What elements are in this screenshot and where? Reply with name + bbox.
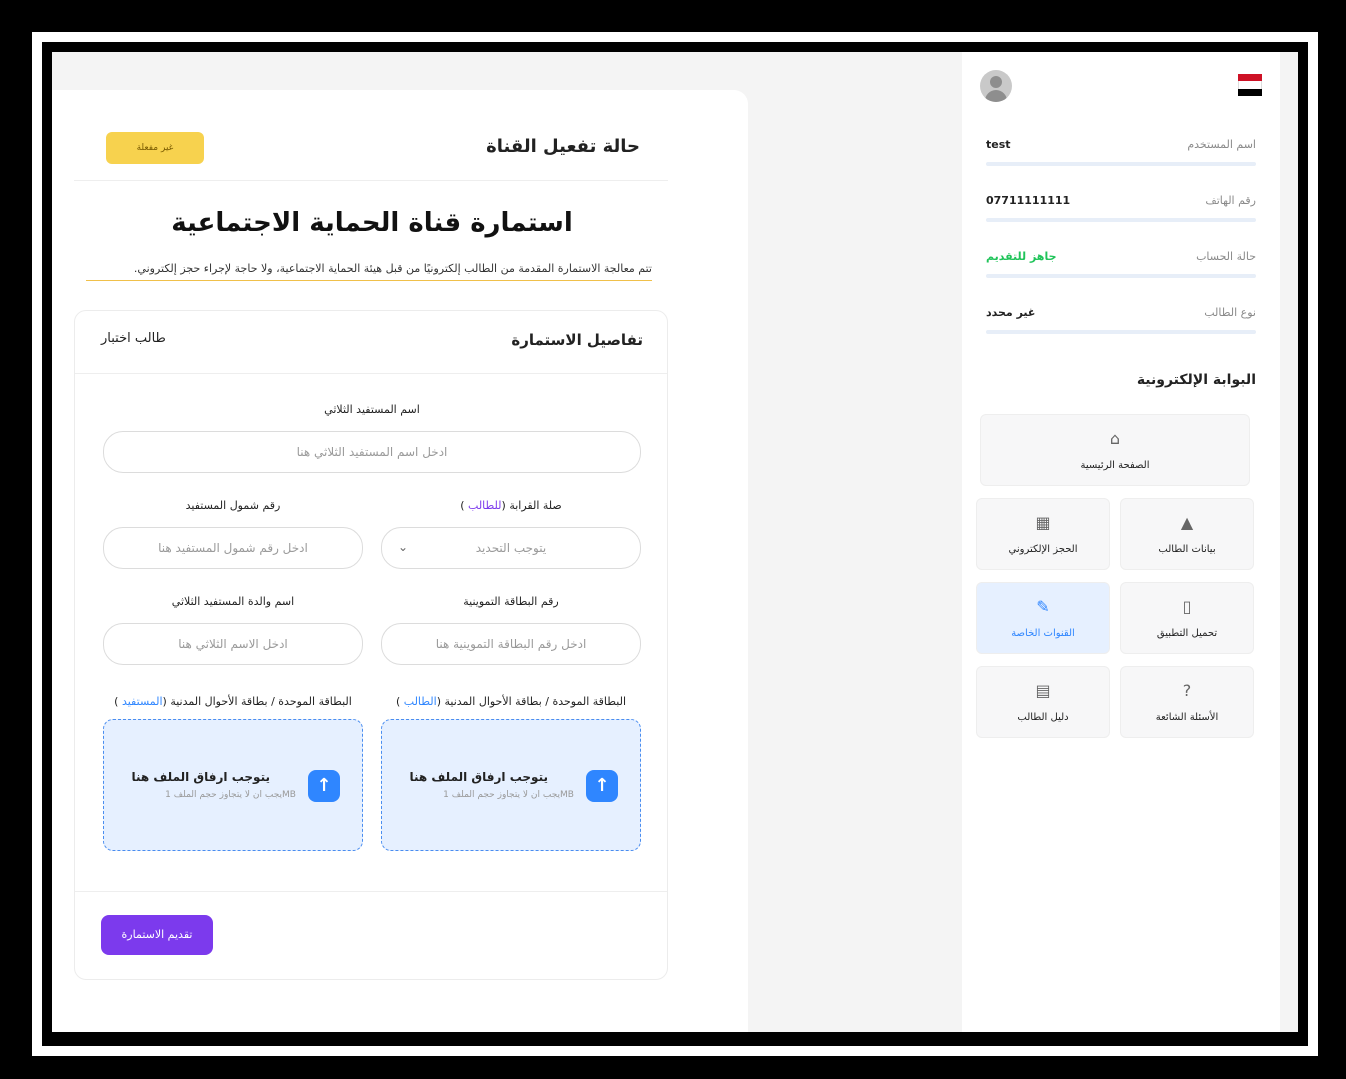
submit-form-button[interactable]: تقديم الاستمارة: [101, 915, 213, 955]
phone-icon: ▯: [1182, 597, 1192, 616]
account-status-value: جاهز للتقديم: [986, 250, 1057, 263]
beneficiary-id-label-text: البطاقة الموحدة / بطاقة الأحوال المدنية …: [162, 695, 352, 708]
student-type-label: نوع الطالب: [1204, 306, 1256, 319]
tile-booking[interactable]: ▦ الحجز الإلكتروني: [976, 498, 1110, 570]
phone-row: رقم الهاتف 07711111111: [986, 186, 1256, 226]
beneficiary-name-input[interactable]: ادخل اسم المستفيد الثلاثي هنا: [103, 431, 641, 473]
tile-special-channels-label: القنوات الخاصة: [1011, 628, 1075, 639]
main-card: حالة تفعيل القناة غير مفعلة استمارة قناة…: [52, 90, 748, 1032]
relation-label-text: صلة القرابة (: [501, 499, 562, 512]
details-title: تفاصيل الاستمارة: [511, 331, 643, 349]
divider: [75, 373, 667, 374]
ration-card-placeholder: ادخل رقم البطاقة التموينية هنا: [435, 637, 587, 651]
channel-status-title: حالة تفعيل القناة: [486, 136, 640, 157]
portal-title: البوابة الإلكترونية: [1136, 372, 1256, 388]
student-type-row: نوع الطالب غير محدد: [986, 298, 1256, 338]
phone-value: 07711111111: [986, 194, 1071, 207]
tile-faq[interactable]: ? الأسئلة الشائعة: [1120, 666, 1254, 738]
student-icon: ▲: [1180, 513, 1194, 532]
form-details-panel: تفاصيل الاستمارة طالب اختبار اسم المستفي…: [74, 310, 668, 980]
account-status-label: حالة الحساب: [1196, 250, 1256, 263]
beneficiary-id-dropzone[interactable]: ↑ يتوجب ارفاق الملف هنا يجب ان لا يتجاوز…: [103, 719, 363, 851]
account-status-row: حالة الحساب جاهز للتقديم: [986, 242, 1256, 282]
book-icon: ▤: [1035, 681, 1051, 700]
beneficiary-id-label-highlight: المستفيد: [121, 695, 163, 708]
calendar-icon: ▦: [1035, 513, 1051, 532]
student-type-value: غير محدد: [986, 306, 1036, 319]
tile-special-channels[interactable]: ✎ القنوات الخاصة: [976, 582, 1110, 654]
upload-hint: يجب ان لا يتجاوز حجم الملف 1MB: [443, 790, 574, 800]
upload-hint: يجب ان لا يتجاوز حجم الملف 1MB: [165, 790, 296, 800]
tile-guide-label: دليل الطالب: [1017, 712, 1069, 723]
beneficiary-id-label: البطاقة الموحدة / بطاقة الأحوال المدنية …: [103, 695, 363, 708]
student-id-label-highlight: الطالب: [403, 695, 437, 708]
divider: [74, 180, 668, 181]
edit-icon: ✎: [1036, 597, 1050, 616]
tile-student-data[interactable]: ▲ بيانات الطالب: [1120, 498, 1254, 570]
coverage-number-placeholder: ادخل رقم شمول المستفيد هنا: [158, 541, 308, 555]
username-label: اسم المستخدم: [1187, 138, 1256, 151]
iraq-flag-icon: [1238, 74, 1262, 96]
home-icon: ⌂: [1109, 429, 1121, 448]
tile-student-data-label: بيانات الطالب: [1158, 544, 1216, 555]
chevron-down-icon: ⌄: [398, 540, 409, 554]
coverage-number-input[interactable]: ادخل رقم شمول المستفيد هنا: [103, 527, 363, 569]
beneficiary-id-label-suffix: ): [114, 695, 122, 708]
relation-label-highlight: للطالب: [468, 499, 502, 512]
tile-faq-label: الأسئلة الشائعة: [1155, 712, 1219, 723]
relation-label: صلة القرابة (للطالب ): [381, 499, 641, 512]
username-row: اسم المستخدم test: [986, 130, 1256, 170]
form-note: تتم معالجة الاستمارة المقدمة من الطالب إ…: [86, 262, 652, 281]
divider: [75, 891, 667, 892]
tile-booking-label: الحجز الإلكتروني: [1008, 544, 1078, 555]
relation-select[interactable]: ⌄ يتوجب التحديد: [381, 527, 641, 569]
avatar[interactable]: [980, 70, 1012, 102]
phone-label: رقم الهاتف: [1205, 194, 1256, 207]
student-id-dropzone[interactable]: ↑ يتوجب ارفاق الملف هنا يجب ان لا يتجاوز…: [381, 719, 641, 851]
upload-title: يتوجب ارفاق الملف هنا: [409, 770, 548, 784]
question-icon: ?: [1182, 681, 1192, 700]
ration-card-label: رقم البطاقة التموينية: [463, 595, 559, 608]
coverage-number-label: رقم شمول المستفيد: [185, 499, 281, 512]
beneficiary-name-placeholder: ادخل اسم المستفيد الثلاثي هنا: [296, 445, 448, 459]
student-id-label-text: البطاقة الموحدة / بطاقة الأحوال المدنية …: [436, 695, 627, 708]
tile-home-label: الصفحة الرئيسية: [1080, 460, 1150, 471]
student-type: طالب اختبار: [101, 331, 166, 346]
mother-name-input[interactable]: ادخل الاسم الثلاثي هنا: [103, 623, 363, 665]
tile-app-download[interactable]: ▯ تحميل التطبيق: [1120, 582, 1254, 654]
upload-icon: ↑: [308, 770, 340, 802]
ration-card-input[interactable]: ادخل رقم البطاقة التموينية هنا: [381, 623, 641, 665]
relation-placeholder: يتوجب التحديد: [475, 541, 547, 555]
upload-title: يتوجب ارفاق الملف هنا: [131, 770, 270, 784]
mother-name-placeholder: ادخل الاسم الثلاثي هنا: [178, 637, 288, 651]
status-badge: غير مفعلة: [106, 132, 204, 164]
relation-label-suffix: ): [460, 499, 469, 512]
beneficiary-name-label: اسم المستفيد الثلاثي: [324, 403, 420, 416]
tile-home[interactable]: ⌂ الصفحة الرئيسية: [980, 414, 1250, 486]
form-title: استمارة قناة الحماية الاجتماعية: [171, 208, 573, 238]
app-screen: حالة تفعيل القناة غير مفعلة استمارة قناة…: [52, 52, 1298, 1032]
upload-icon: ↑: [586, 770, 618, 802]
student-id-label-suffix: ): [395, 695, 404, 708]
mother-name-label: اسم والدة المستفيد الثلاثي: [171, 595, 295, 608]
sidebar: اسم المستخدم test رقم الهاتف 07711111111…: [962, 52, 1280, 1032]
username-value: test: [986, 138, 1011, 151]
student-id-label: البطاقة الموحدة / بطاقة الأحوال المدنية …: [381, 695, 641, 708]
tile-guide[interactable]: ▤ دليل الطالب: [976, 666, 1110, 738]
tile-app-download-label: تحميل التطبيق: [1156, 628, 1218, 639]
